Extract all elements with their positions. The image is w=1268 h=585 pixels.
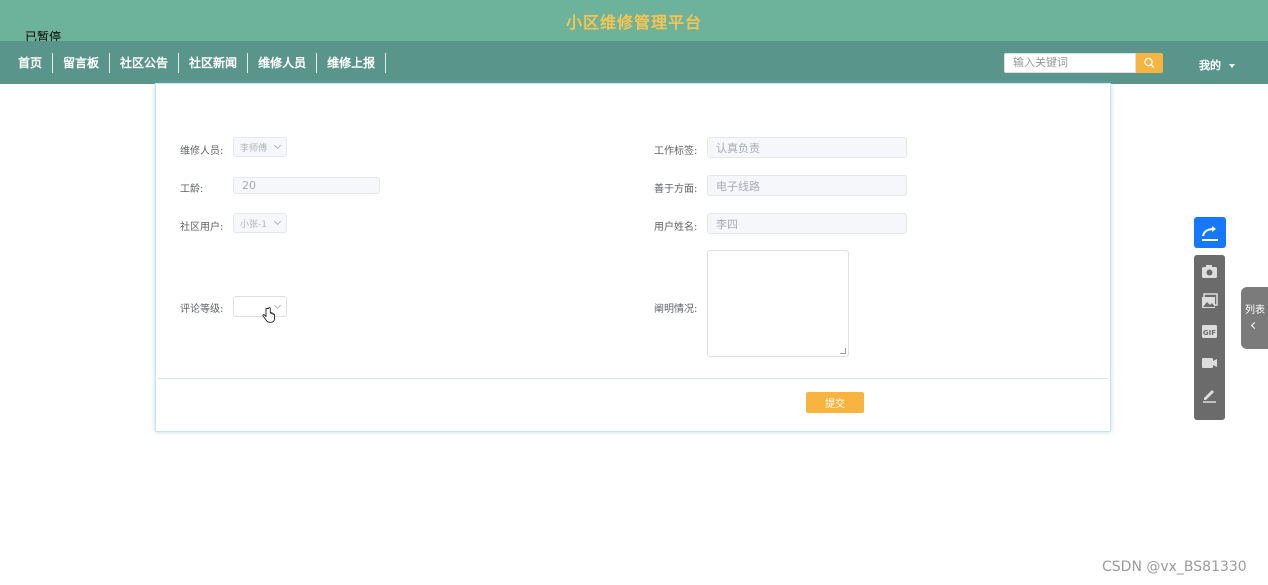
nav-list: 首页 留言板 社区公告 社区新闻 维修人员 维修上报 <box>8 41 387 84</box>
share-button[interactable] <box>1194 217 1226 248</box>
work-years-value: 20 <box>242 179 256 192</box>
nav-item-home[interactable]: 首页 <box>8 52 54 73</box>
my-menu-label: 我的 <box>1199 59 1221 72</box>
chevron-down-icon <box>273 217 282 226</box>
image-icon[interactable] <box>1200 292 1219 311</box>
pen-icon[interactable] <box>1200 385 1219 404</box>
share-icon <box>1202 226 1218 241</box>
video-icon[interactable] <box>1200 353 1219 372</box>
nav-item-repair-staff[interactable]: 维修人员 <box>248 52 318 73</box>
repair-staff-value: 李师傅 <box>240 143 268 154</box>
rating-select[interactable] <box>233 296 287 317</box>
side-tab-label: 列表 <box>1245 305 1265 316</box>
hand-cursor-icon <box>262 307 275 323</box>
community-user-select[interactable]: 小张-1 <box>233 213 287 233</box>
svg-text:GIF: GIF <box>1203 329 1216 337</box>
work-tag-field[interactable]: 认真负责 <box>707 137 907 158</box>
user-name-field[interactable]: 李四 <box>707 213 907 234</box>
side-list-tab[interactable]: 列表 <box>1241 287 1268 349</box>
caret-down-icon <box>1229 64 1235 68</box>
repair-staff-select[interactable]: 李师傅 <box>233 137 287 157</box>
chevron-left-icon <box>1250 321 1259 330</box>
explanation-label: 阐明情况: <box>654 304 698 315</box>
expertise-field[interactable]: 电子线路 <box>707 175 907 196</box>
form-divider <box>158 378 1108 379</box>
site-title: 小区维修管理平台 <box>565 13 702 32</box>
user-name-value: 李四 <box>716 217 738 231</box>
user-name-label: 用户姓名: <box>654 222 698 233</box>
community-user-value: 小张-1 <box>240 219 267 230</box>
rating-label: 评论等级: <box>180 304 224 315</box>
my-menu[interactable]: 我的 <box>1199 57 1235 73</box>
expertise-value: 电子线路 <box>716 179 760 193</box>
explanation-textarea[interactable] <box>707 250 849 357</box>
nav-item-message-board[interactable]: 留言板 <box>53 52 111 73</box>
work-tag-value: 认真负责 <box>716 141 760 155</box>
community-user-label: 社区用户: <box>180 222 224 233</box>
repair-staff-label: 维修人员: <box>180 146 224 157</box>
nav-item-news[interactable]: 社区新闻 <box>179 52 249 73</box>
form-card <box>155 83 1111 432</box>
chevron-down-icon <box>273 141 282 150</box>
search-button[interactable] <box>1136 53 1163 73</box>
camera-icon[interactable] <box>1200 262 1219 281</box>
work-years-field[interactable]: 20 <box>233 177 380 194</box>
watermark: CSDN @vx_BS81330 <box>1102 559 1247 575</box>
work-tag-label: 工作标签: <box>654 146 698 157</box>
work-years-label: 工龄: <box>180 184 204 195</box>
top-banner: 小区维修管理平台 已暂停 <box>0 0 1268 44</box>
expertise-label: 善于方面: <box>654 184 698 195</box>
resize-handle-icon[interactable] <box>840 348 846 354</box>
tool-panel: GIF <box>1194 255 1225 420</box>
search-icon <box>1144 57 1155 68</box>
submit-button[interactable]: 提交 <box>806 392 864 413</box>
gif-icon[interactable]: GIF <box>1200 322 1219 341</box>
nav-item-repair-report[interactable]: 维修上报 <box>317 52 387 73</box>
nav-item-announcements[interactable]: 社区公告 <box>110 52 180 73</box>
search-input[interactable] <box>1004 53 1136 73</box>
